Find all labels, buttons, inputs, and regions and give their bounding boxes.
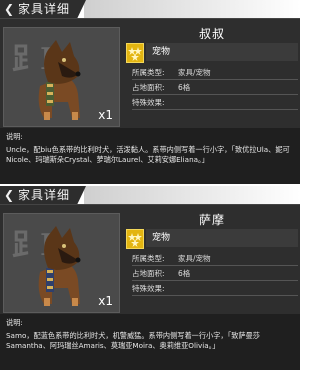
attribute-value: 家具/宠物 [178, 254, 211, 263]
attribute-key: 所属类型: [132, 254, 165, 263]
chevron-icon: ❮ [3, 2, 15, 16]
category-row: 宠物 [124, 229, 300, 249]
chevron-icon: ❮ [3, 188, 15, 202]
attribute-row: 占地面积: 6格 [132, 268, 298, 281]
dog-icon [38, 40, 81, 120]
header-bar: ❮ 家具详细 [0, 186, 300, 204]
item-name: 叔叔 [198, 27, 225, 41]
attribute-key: 占地面积: [132, 269, 165, 278]
item-portrait[interactable]: ⻊𝐈 x1 [3, 213, 120, 313]
item-portrait[interactable]: ⻊𝐈 x1 [3, 27, 120, 127]
header-title: 家具详细 [18, 2, 71, 16]
description-box: 说明: Samo，配蓝色系带的比利时犬，机警威猛。系带内侧写着一行小字，「致萨曼… [0, 314, 300, 370]
description-text: Uncle，配biu色系带的比利时犬，活泼黏人。系带内侧写着一行小字，「致优拉U… [6, 144, 290, 165]
star-icon [128, 47, 142, 61]
attribute-value: 6格 [178, 269, 191, 278]
item-name: 萨摩 [198, 213, 225, 227]
item-info: 萨摩 宠物 所属类型: 家具/宠物 占地面积: 6格 特殊效果: [124, 205, 300, 315]
attribute-value: 6格 [178, 83, 191, 92]
description-text: Samo，配蓝色系带的比利时犬，机警威猛。系带内侧写着一行小字，「致萨曼莎Sam… [6, 330, 260, 351]
category-label: 宠物 [146, 229, 298, 247]
attribute-key: 占地面积: [132, 83, 165, 92]
attribute-row: 所属类型: 家具/宠物 [132, 253, 298, 266]
header-gradient [84, 0, 300, 18]
attribute-value: 家具/宠物 [178, 68, 211, 77]
header-bar: ❮ 家具详细 [0, 0, 300, 18]
quantity-label: x1 [98, 108, 113, 122]
furniture-card-samo: ❮ 家具详细 ⻊𝐈 x1 萨摩 宠物 所属类型: 家具/宠物 占地面积: 6格 … [0, 186, 300, 372]
attribute-key: 特殊效果: [132, 284, 165, 293]
item-panel: ⻊𝐈 x1 萨摩 宠物 所属类型: 家具/宠物 占地面积: 6格 特殊效果: [0, 204, 300, 315]
header-title: 家具详细 [18, 188, 71, 202]
attribute-key: 所属类型: [132, 68, 165, 77]
item-info: 叔叔 宠物 所属类型: 家具/宠物 占地面积: 6格 特殊效果: [124, 19, 300, 129]
attribute-row: 所属类型: 家具/宠物 [132, 67, 298, 80]
quantity-label: x1 [98, 294, 113, 308]
rarity-badge [126, 229, 144, 249]
header-gradient [84, 186, 300, 204]
dog-icon [38, 226, 81, 306]
attribute-row: 特殊效果: [132, 97, 298, 110]
rarity-badge [126, 43, 144, 63]
item-panel: ⻊𝐈 x1 叔叔 宠物 所属类型: 家具/宠物 占地面积: 6格 特殊效果: [0, 18, 300, 129]
description-box: 说明: Uncle，配biu色系带的比利时犬，活泼黏人。系带内侧写着一行小字，「… [0, 128, 300, 184]
attribute-row: 占地面积: 6格 [132, 82, 298, 95]
attribute-key: 特殊效果: [132, 98, 165, 107]
description-label: 说明: [6, 318, 23, 327]
category-label: 宠物 [146, 43, 298, 61]
attribute-row: 特殊效果: [132, 283, 298, 296]
category-row: 宠物 [124, 43, 300, 63]
furniture-card-uncle: ❮ 家具详细 ⻊𝐈 x1 叔叔 宠物 所属类型: 家具/宠物 占地面积: 6格 … [0, 0, 300, 186]
star-icon [128, 233, 142, 247]
description-label: 说明: [6, 132, 23, 141]
